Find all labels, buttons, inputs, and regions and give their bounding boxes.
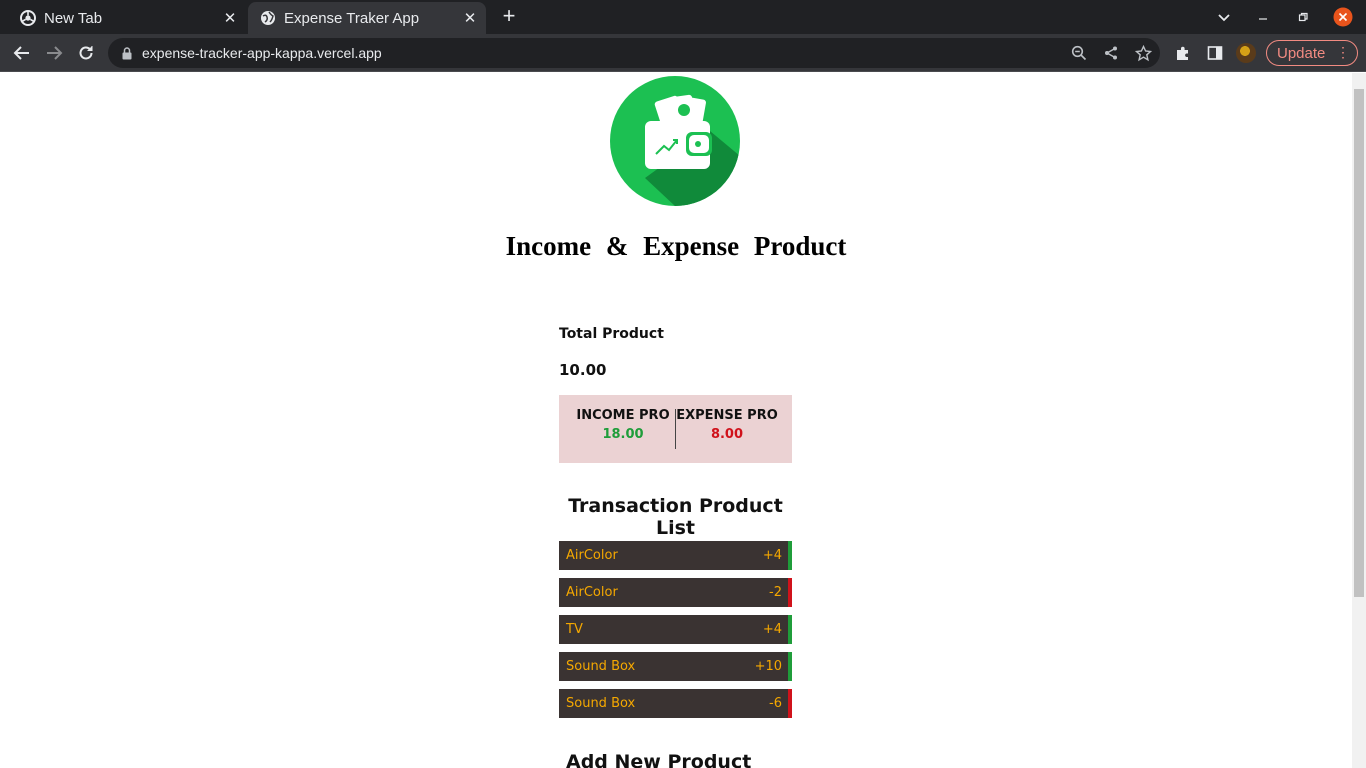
transaction-name: Sound Box	[566, 696, 636, 711]
lock-icon[interactable]	[120, 46, 134, 60]
page-title: Income & Expense Product	[505, 231, 847, 261]
restore-icon[interactable]	[1292, 6, 1314, 28]
update-button[interactable]: Update ⋮	[1266, 40, 1358, 66]
total-product-value: 10.00	[559, 361, 607, 379]
transaction-amount: -6	[769, 696, 782, 711]
transaction-row[interactable]: Sound Box +10	[559, 652, 792, 681]
side-panel-icon[interactable]	[1203, 41, 1227, 65]
globe-icon	[260, 10, 276, 26]
income-indicator	[788, 541, 792, 570]
add-product-title: Add New Product	[566, 751, 752, 768]
income-expense-summary: INCOME PRO 18.00 EXPENSE PRO 8.00	[559, 395, 792, 463]
page-viewport: Income & Expense Product Total Product 1…	[0, 73, 1352, 768]
tab-new-tab[interactable]: New Tab ✕	[8, 2, 246, 34]
transaction-name: Sound Box	[566, 659, 636, 674]
total-product-label: Total Product	[559, 326, 664, 342]
tab-search-chevron-icon[interactable]	[1213, 6, 1235, 28]
browser-toolbar: expense-tracker-app-kappa.vercel.app Upd…	[0, 34, 1366, 72]
back-arrow-icon[interactable]	[10, 41, 34, 65]
income-indicator	[788, 652, 792, 681]
page-scrollbar[interactable]	[1352, 73, 1366, 768]
income-indicator	[788, 615, 792, 644]
minimize-icon[interactable]	[1252, 6, 1274, 28]
expense-column: EXPENSE PRO 8.00	[669, 408, 785, 442]
tab-expense-traker[interactable]: Expense Traker App ✕	[248, 2, 486, 34]
bookmark-star-icon[interactable]	[1131, 41, 1155, 65]
transaction-amount: +4	[762, 622, 782, 637]
tab-strip: New Tab ✕ Expense Traker App ✕ +	[0, 0, 1366, 34]
transaction-row[interactable]: AirColor -2	[559, 578, 792, 607]
close-window-icon[interactable]	[1332, 6, 1354, 28]
expense-indicator	[788, 689, 792, 718]
forward-arrow-icon[interactable]	[42, 41, 66, 65]
extensions-puzzle-icon[interactable]	[1171, 41, 1195, 65]
address-bar[interactable]: expense-tracker-app-kappa.vercel.app	[108, 38, 1160, 68]
income-value: 18.00	[602, 427, 644, 442]
transaction-row[interactable]: AirColor +4	[559, 541, 792, 570]
url-text[interactable]: expense-tracker-app-kappa.vercel.app	[142, 45, 382, 61]
wallet-logo	[610, 76, 740, 206]
transaction-amount: -2	[769, 585, 782, 600]
expense-value: 8.00	[710, 427, 744, 442]
zoom-icon[interactable]	[1067, 41, 1091, 65]
transaction-row[interactable]: Sound Box -6	[559, 689, 792, 718]
share-icon[interactable]	[1099, 41, 1123, 65]
transaction-row[interactable]: TV +4	[559, 615, 792, 644]
chrome-icon	[20, 10, 36, 26]
profile-avatar[interactable]	[1236, 43, 1256, 63]
more-menu-icon[interactable]: ⋮	[1336, 44, 1350, 61]
close-tab-icon[interactable]: ✕	[462, 10, 478, 27]
expense-indicator	[788, 578, 792, 607]
transaction-name: AirColor	[566, 548, 618, 563]
tab-title: Expense Traker App	[284, 9, 420, 27]
transaction-amount: +4	[762, 548, 782, 563]
transaction-amount: +10	[754, 659, 782, 674]
scrollbar-thumb[interactable]	[1354, 89, 1364, 597]
income-label: INCOME PRO	[576, 408, 670, 423]
transaction-name: TV	[566, 622, 583, 637]
tab-title: New Tab	[44, 9, 103, 27]
reload-icon[interactable]	[74, 41, 98, 65]
new-tab-plus-icon[interactable]: +	[498, 5, 520, 28]
expense-label: EXPENSE PRO	[676, 408, 778, 423]
transaction-name: AirColor	[566, 585, 618, 600]
close-tab-icon[interactable]: ✕	[222, 10, 238, 27]
update-label: Update	[1277, 44, 1326, 62]
income-column: INCOME PRO 18.00	[565, 408, 681, 442]
